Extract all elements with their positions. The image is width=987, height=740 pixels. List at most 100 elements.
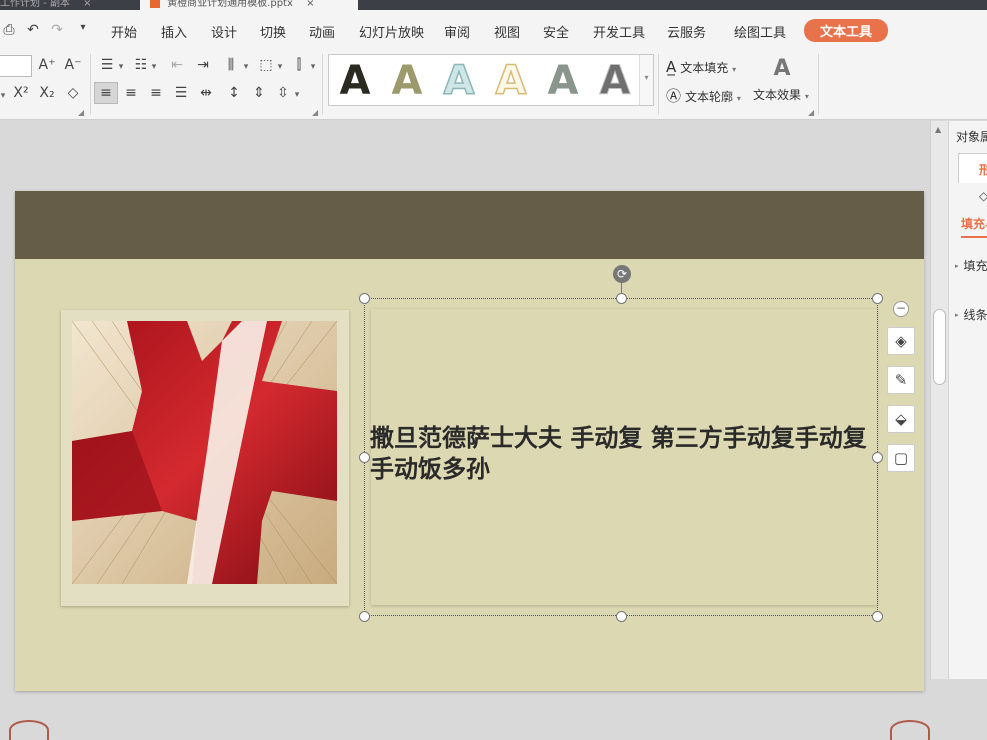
undo-icon[interactable]: ↶ — [24, 22, 42, 38]
superscript-icon[interactable]: X² — [10, 84, 32, 102]
print-preview-icon[interactable]: ⎙ — [0, 22, 18, 38]
chevron-down-icon[interactable]: ▾ — [310, 58, 316, 76]
close-icon[interactable]: × — [306, 0, 314, 9]
text-direction-icon[interactable]: ⫼ — [220, 56, 242, 74]
align-left-icon[interactable]: ≡ — [95, 84, 117, 102]
wordart-style-6[interactable]: A — [593, 59, 637, 104]
tab-text-tools[interactable]: 文本工具 — [804, 19, 889, 42]
tab-drawing-tools[interactable]: 绘图工具 — [734, 22, 786, 41]
text-effects-button[interactable]: 文本效果 ▾ — [753, 86, 809, 103]
align-right-icon[interactable]: ≡ — [145, 84, 167, 102]
close-icon[interactable]: × — [83, 0, 91, 9]
fill-section[interactable]: ▸ 填充 — [955, 257, 987, 274]
tab-security[interactable]: 安全 — [543, 22, 569, 41]
numbering-icon[interactable]: ☷ — [130, 56, 152, 74]
chevron-down-icon[interactable]: ▾ — [294, 86, 300, 104]
wordart-style-4[interactable]: A — [489, 58, 533, 104]
chevron-down-icon: ▾ — [736, 94, 741, 103]
resize-handle-e[interactable] — [872, 452, 883, 463]
resize-handle-w[interactable] — [359, 452, 370, 463]
tab-fill-and-line[interactable]: 填充与线条 — [961, 215, 987, 238]
slide-workspace[interactable]: 撒旦范德萨士大夫 手动复 第三方手动复手动复手动饭多孙 ⟳ − ◈ ✎ ⬙ ▢ — [0, 121, 930, 740]
tab-transitions[interactable]: 切换 — [260, 22, 286, 41]
fill-section-label: 填充 — [963, 259, 987, 273]
text-dialog-launcher-icon[interactable]: ◢ — [808, 108, 814, 117]
document-tab-inactive[interactable]: 工作计划 - 副本 × — [0, 0, 136, 10]
gallery-more-button[interactable]: ▾ — [639, 55, 653, 105]
wordart-style-1[interactable]: A — [333, 59, 377, 103]
slide-header-band — [15, 191, 924, 259]
justify-icon[interactable]: ☰ — [170, 84, 192, 102]
tab-animations[interactable]: 动画 — [309, 22, 335, 41]
decrease-indent-icon[interactable]: ⇤ — [166, 56, 188, 74]
slide-canvas[interactable]: 撒旦范德萨士大夫 手动复 第三方手动复手动复手动饭多孙 ⟳ — [9, 191, 930, 740]
line-section-label: 线条 — [963, 308, 987, 322]
text-outline-button[interactable]: Ⓐ 文本轮廓 ▾ — [666, 85, 741, 106]
resize-handle-n[interactable] — [616, 293, 627, 304]
bullets-icon[interactable]: ☰ — [96, 56, 118, 74]
tab-shape-options[interactable]: 形状选项 — [958, 153, 987, 183]
frame-icon[interactable]: ▢ — [887, 444, 915, 472]
paragraph-dialog-launcher-icon[interactable]: ◢ — [312, 108, 318, 117]
chevron-down-icon[interactable]: ▾ — [118, 58, 124, 76]
decorative-ornament — [9, 720, 49, 740]
columns-icon[interactable]: ⫿ — [288, 56, 310, 74]
wordart-style-3[interactable]: A — [437, 58, 481, 104]
book-photo-image — [72, 321, 337, 584]
resize-handle-s[interactable] — [616, 611, 627, 622]
panel-title: 对象属性 — [956, 130, 987, 144]
selection-box[interactable] — [364, 298, 878, 616]
text-effects-icon[interactable]: A — [768, 56, 796, 81]
collapse-icon[interactable]: − — [893, 301, 909, 317]
wordart-style-5[interactable]: A — [541, 59, 585, 103]
chevron-down-icon[interactable]: ▾ — [243, 58, 249, 76]
spacing-options-icon[interactable]: ⇳ — [272, 84, 294, 102]
tab-view[interactable]: 视图 — [494, 22, 520, 41]
scrollbar-thumb[interactable] — [933, 309, 946, 385]
wordart-style-gallery: A A A A A A ▾ — [328, 54, 654, 106]
grow-font-icon[interactable]: A⁺ — [36, 56, 58, 74]
wordart-style-2[interactable]: A — [385, 59, 429, 103]
vertical-scrollbar[interactable]: ▲ — [930, 121, 948, 679]
picture-frame[interactable] — [61, 310, 349, 606]
chevron-down-icon[interactable]: ▾ — [151, 58, 157, 76]
align-text-icon[interactable]: ⬚ — [255, 56, 277, 74]
paragraph-spacing-icon[interactable]: ⇕ — [248, 84, 270, 102]
resize-handle-sw[interactable] — [359, 611, 370, 622]
line-section[interactable]: ▸ 线条 — [955, 306, 987, 323]
clear-format-icon[interactable]: ◇ — [62, 84, 84, 102]
text-fill-button[interactable]: A̲ 文本填充 ▾ — [666, 58, 736, 76]
resize-handle-ne[interactable] — [872, 293, 883, 304]
chevron-down-icon[interactable]: ▾ — [74, 22, 92, 33]
align-center-icon[interactable]: ≡ — [120, 84, 142, 102]
chevron-down-icon[interactable]: ▾ — [277, 58, 283, 76]
tab-developer[interactable]: 开发工具 — [593, 22, 645, 41]
text-effects-label: 文本效果 — [753, 88, 802, 102]
font-dialog-launcher-icon[interactable]: ◢ — [78, 108, 84, 117]
resize-handle-nw[interactable] — [359, 293, 370, 304]
increase-indent-icon[interactable]: ⇥ — [192, 56, 214, 74]
font-size-input[interactable] — [0, 55, 32, 77]
tab-slideshow[interactable]: 幻灯片放映 — [359, 22, 424, 41]
distribute-icon[interactable]: ⇹ — [195, 84, 217, 102]
resize-handle-se[interactable] — [872, 611, 883, 622]
fill-icon[interactable]: ⬙ — [887, 405, 915, 433]
book-photo[interactable] — [72, 321, 337, 584]
line-spacing-icon[interactable]: ↕ — [223, 84, 245, 102]
tab-home[interactable]: 开始 — [111, 22, 137, 41]
chevron-down-icon[interactable]: ▾ — [0, 87, 6, 105]
redo-icon[interactable]: ↷ — [48, 22, 66, 38]
brush-icon[interactable]: ✎ — [887, 366, 915, 394]
layers-icon[interactable]: ◈ — [887, 327, 915, 355]
tab-review[interactable]: 审阅 — [444, 22, 470, 41]
tab-cloud[interactable]: 云服务 — [667, 22, 706, 41]
rotate-icon[interactable]: ⟳ — [613, 265, 631, 283]
shrink-font-icon[interactable]: A⁻ — [62, 56, 84, 74]
tab-design[interactable]: 设计 — [211, 22, 237, 41]
subscript-icon[interactable]: X₂ — [36, 84, 58, 102]
presentation-file-icon — [150, 0, 160, 8]
shape-icon[interactable]: ◇ — [979, 189, 987, 203]
scroll-up-icon[interactable]: ▲ — [935, 125, 941, 134]
tab-insert[interactable]: 插入 — [161, 22, 187, 41]
document-tab-active[interactable]: 黄橙商业计划通用模板.pptx × — [140, 0, 358, 10]
